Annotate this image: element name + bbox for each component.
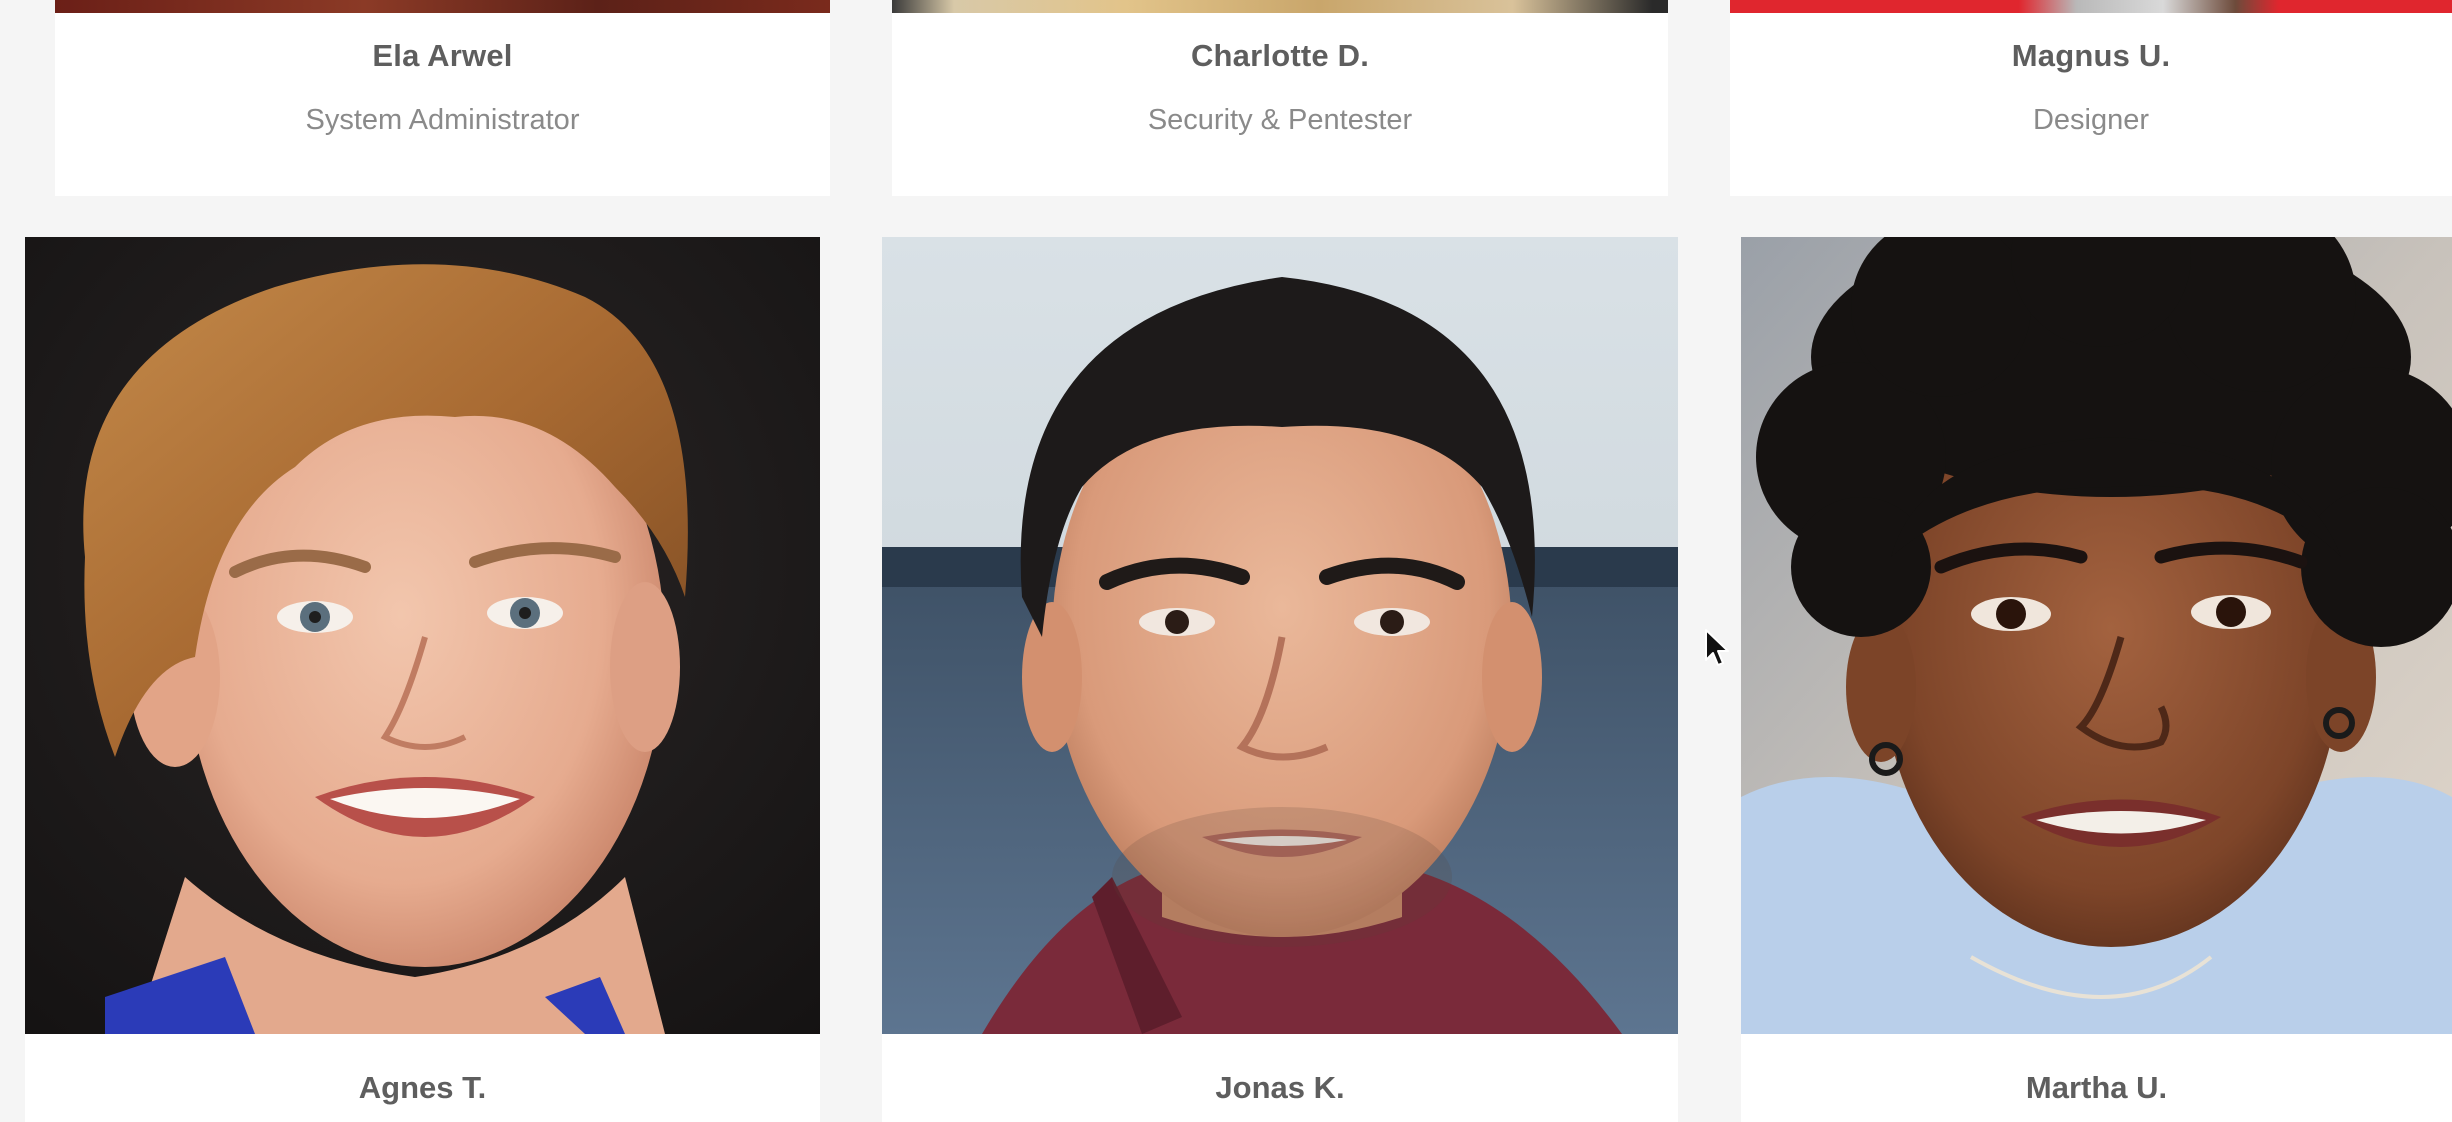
portrait-woman-short-blonde-hair-icon [25,237,820,1034]
member-name: Charlotte D. [1190,38,1370,73]
member-name: Martha U. [2025,1070,2168,1105]
member-name: Magnus U. [2011,38,2171,73]
team-card-charlotte: Charlotte D. Security & Pentester [892,0,1668,196]
member-caption: Agnes T. [25,1034,820,1122]
member-name: Ela Arwel [372,38,513,73]
team-photo-bottom-edge [892,0,1668,13]
team-photo-bottom-edge [55,0,830,13]
portrait-woman-curly-hair-icon [1741,237,2452,1034]
portrait-man-dark-hair-icon [882,237,1678,1034]
team-card-ela: Ela Arwel System Administrator [55,0,830,196]
member-caption: Jonas K. [882,1034,1678,1122]
mouse-pointer-icon [1705,629,1729,666]
member-role: Security & Pentester [1147,104,1413,136]
team-photo-bottom-edge [1730,0,2452,13]
team-section: Ela Arwel System Administrator Charlotte… [0,0,2452,1122]
member-name: Jonas K. [1215,1070,1345,1105]
member-role: Designer [2032,104,2150,136]
member-caption: Martha U. [1741,1034,2452,1122]
team-card-martha: Martha U. [1741,237,2452,1122]
member-name: Agnes T. [358,1070,487,1105]
member-role: System Administrator [305,104,580,136]
team-card-magnus: Magnus U. Designer [1730,0,2452,196]
team-card-agnes: Agnes T. [25,237,820,1122]
team-card-jonas: Jonas K. [882,237,1678,1122]
